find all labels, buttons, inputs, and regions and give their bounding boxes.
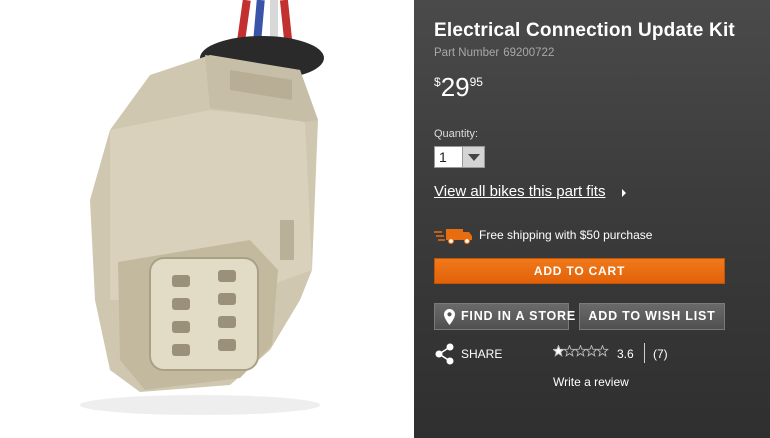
product-info-panel: Electrical Connection Update Kit Part Nu…: [414, 0, 770, 438]
product-image[interactable]: [0, 0, 414, 438]
find-in-store-label: FIND IN A STORE: [461, 309, 577, 323]
add-to-wish-list-button[interactable]: ADD TO WISH LIST: [579, 303, 725, 330]
write-review-link[interactable]: Write a review: [553, 375, 629, 389]
part-number: Part Number 69200722: [434, 47, 554, 59]
shipping-truck-icon: [434, 229, 472, 244]
share-label[interactable]: SHARE: [461, 347, 502, 361]
part-number-value: 69200722: [503, 47, 555, 59]
part-number-label: Part Number: [434, 47, 500, 59]
add-to-cart-button[interactable]: ADD TO CART: [434, 258, 725, 284]
star-icon: [563, 345, 576, 357]
rating-value: 3.6: [617, 347, 634, 361]
price-whole: 29: [440, 72, 470, 102]
review-count[interactable]: (7): [653, 347, 668, 361]
star-icon: [585, 345, 598, 357]
price-currency: $: [434, 75, 441, 89]
price: $2995: [434, 72, 483, 103]
free-shipping-text: Free shipping with $50 purchase: [479, 228, 653, 242]
quantity-value: 1: [439, 149, 447, 165]
map-pin-icon: [444, 309, 455, 325]
view-fits-link[interactable]: View all bikes this part fits: [434, 183, 605, 200]
quantity-label: Quantity:: [434, 128, 479, 140]
product-title: Electrical Connection Update Kit: [434, 20, 735, 41]
divider: [644, 343, 645, 363]
connector-photo: [80, 0, 324, 415]
star-icon: [574, 345, 587, 357]
star-icon: [596, 345, 609, 357]
chevron-right-icon: [622, 189, 626, 197]
find-in-store-button[interactable]: FIND IN A STORE: [434, 303, 575, 330]
dropdown-arrow-icon[interactable]: [462, 147, 484, 167]
share-icon[interactable]: [434, 343, 456, 365]
quantity-select[interactable]: 1: [434, 146, 485, 168]
price-cents: 95: [469, 75, 483, 89]
rating-stars: [553, 345, 609, 357]
